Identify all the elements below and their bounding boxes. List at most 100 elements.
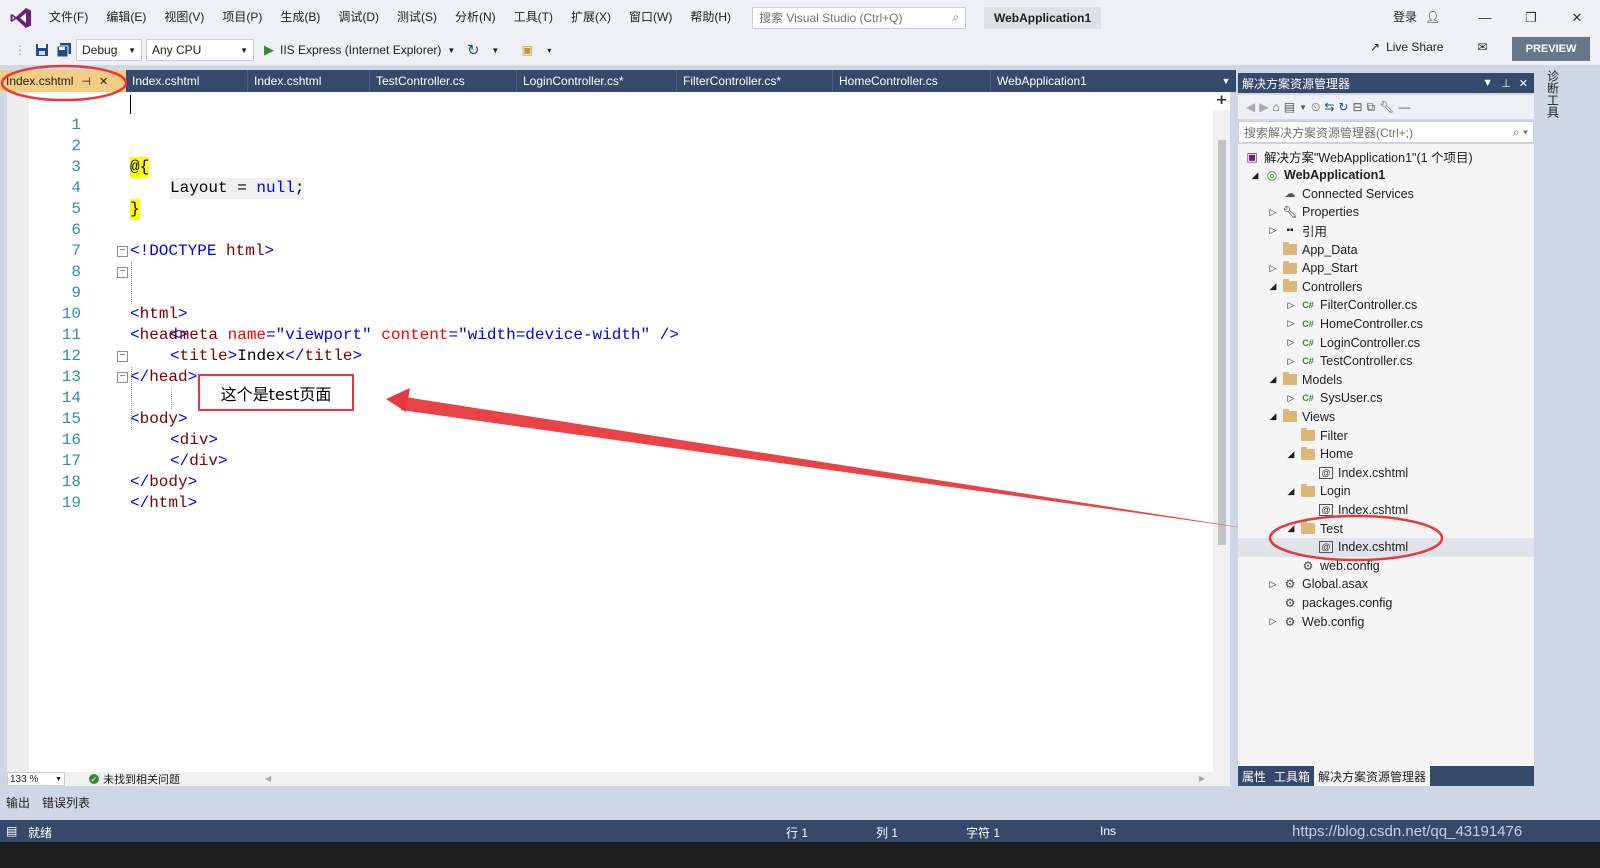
tree-item[interactable]: ◢ Login — [1238, 482, 1534, 501]
window-position-icon[interactable]: ▼ — [1482, 77, 1493, 90]
tree-item[interactable]: ▷ App_Start — [1238, 259, 1534, 278]
tab-properties[interactable]: 属性 — [1238, 766, 1270, 786]
tab-solution-explorer[interactable]: 解决方案资源管理器 — [1314, 766, 1431, 786]
expand-arrow-icon[interactable]: ▷ — [1268, 225, 1278, 236]
collapse-arrow-icon[interactable]: ◢ — [1286, 486, 1296, 497]
tree-item[interactable]: ▷ ⚙ Web.config — [1238, 612, 1534, 631]
configuration-select[interactable]: Debug ▼ — [76, 39, 142, 61]
visual-studio-logo-icon[interactable] — [6, 0, 36, 35]
expand-arrow-icon[interactable]: ▷ — [1268, 616, 1278, 627]
preview-selected-icon[interactable]: — — [1398, 100, 1410, 114]
expand-arrow-icon[interactable]: ▷ — [1268, 263, 1278, 274]
menu-window[interactable]: 窗口(W) — [620, 0, 681, 35]
horizontal-scrollbar[interactable]: ◀ ▶ — [265, 774, 1205, 784]
tree-item[interactable]: ▷ ▪▪ 引用 — [1238, 221, 1534, 240]
login-area[interactable]: 登录 👤︎ — [1393, 8, 1440, 25]
tab-error-list[interactable]: 错误列表 — [42, 794, 90, 811]
menu-view[interactable]: 视图(V) — [155, 0, 213, 35]
collapse-icon[interactable]: − — [117, 351, 128, 362]
collapse-all-icon[interactable]: ⊟ — [1352, 100, 1362, 114]
pin-icon[interactable]: ⊥ — [1501, 77, 1511, 90]
tab-overflow-icon[interactable]: ▼ — [1216, 70, 1236, 92]
forward-icon[interactable]: ▶ — [1259, 100, 1268, 114]
menu-debug[interactable]: 调试(D) — [329, 0, 388, 35]
zoom-select[interactable]: 133 % ▼ — [7, 772, 65, 786]
chevron-down-icon[interactable]: ▼ — [1299, 103, 1307, 112]
save-icon[interactable] — [32, 40, 52, 60]
expand-arrow-icon[interactable]: ▷ — [1286, 300, 1296, 311]
home-icon[interactable]: ⌂ — [1272, 100, 1279, 114]
refresh-icon[interactable]: ↻ — [463, 40, 483, 60]
close-window-icon[interactable]: ✕ — [1554, 0, 1600, 35]
tree-item[interactable]: @ Index.cshtml — [1238, 463, 1534, 482]
expand-arrow-icon[interactable]: ▷ — [1286, 337, 1296, 348]
tree-item[interactable]: ▷ 🔧︎ Properties — [1238, 203, 1534, 222]
collapse-arrow-icon[interactable]: ◢ — [1268, 411, 1278, 422]
tab-testcontroller[interactable]: TestController.cs — [370, 70, 517, 92]
tab-webapplication1[interactable]: WebApplication1 — [991, 70, 1191, 92]
vs-search-input[interactable]: 搜索 Visual Studio (Ctrl+Q) ⌕ — [752, 6, 966, 29]
menu-project[interactable]: 项目(P) — [213, 0, 271, 35]
collapse-arrow-icon[interactable]: ◢ — [1286, 449, 1296, 460]
minimize-icon[interactable]: — — [1462, 0, 1508, 35]
tab-filtercontroller[interactable]: FilterController.cs* — [677, 70, 833, 92]
tree-item[interactable]: ◢ ◎ WebApplication1 — [1238, 166, 1534, 185]
tree-item[interactable]: App_Data — [1238, 240, 1534, 259]
tree-item[interactable]: ◢ Test — [1238, 519, 1534, 538]
menu-edit[interactable]: 编辑(E) — [97, 0, 155, 35]
tree-item[interactable]: ▷ C# FilterController.cs — [1238, 296, 1534, 315]
live-share-button[interactable]: ↗ Live Share ✉ — [1370, 40, 1488, 54]
pin-icon[interactable]: ⊣ — [81, 75, 91, 88]
collapse-arrow-icon[interactable]: ◢ — [1268, 281, 1278, 292]
tree-item[interactable]: ⚙ web.config — [1238, 556, 1534, 575]
browser-link-icon[interactable]: ▣ — [517, 40, 537, 60]
expand-arrow-icon[interactable]: ▷ — [1286, 318, 1296, 329]
tab-index-cshtml[interactable]: Index.cshtml — [248, 70, 370, 92]
tree-item[interactable]: ▷ ⚙ Global.asax — [1238, 575, 1534, 594]
tree-item[interactable]: ◢ Models — [1238, 370, 1534, 389]
expand-arrow-icon[interactable]: ▷ — [1286, 393, 1296, 404]
platform-select[interactable]: Any CPU ▼ — [146, 39, 254, 61]
tree-item[interactable]: ☁ Connected Services — [1238, 184, 1534, 203]
issues-indicator[interactable]: ✓ 未找到相关问题 — [89, 771, 180, 787]
chevron-down-icon[interactable]: ▼ — [485, 40, 505, 60]
collapse-icon[interactable]: − — [117, 372, 128, 383]
tab-logincontroller[interactable]: LoginController.cs* — [517, 70, 677, 92]
tree-item[interactable]: ⚙ packages.config — [1238, 593, 1534, 612]
menu-help[interactable]: 帮助(H) — [681, 0, 740, 35]
tab-output[interactable]: 输出 — [6, 794, 30, 811]
restore-icon[interactable]: ❐ — [1508, 0, 1554, 35]
tab-index-cshtml[interactable]: Index.cshtml — [126, 70, 248, 92]
save-all-icon[interactable] — [54, 40, 74, 60]
collapse-icon[interactable]: − — [117, 246, 128, 257]
expand-arrow-icon[interactable]: ▷ — [1268, 207, 1278, 218]
close-icon[interactable]: ✕ — [1519, 77, 1528, 90]
menu-extensions[interactable]: 扩展(X) — [562, 0, 620, 35]
tree-item[interactable]: ▣ 解决方案"WebApplication1"(1 个项目) — [1238, 147, 1534, 166]
close-icon[interactable]: ✕ — [99, 75, 108, 88]
user-icon[interactable]: 👤︎ — [1425, 10, 1440, 24]
tree-item[interactable]: ◢ Controllers — [1238, 277, 1534, 296]
menu-analyze[interactable]: 分析(N) — [446, 0, 505, 35]
feedback-icon[interactable]: ✉ — [1477, 40, 1487, 54]
code-editor[interactable]: 1 2 @{ 3 Layout = null; 4 } 5 6 <!DOCTYP… — [7, 92, 1230, 772]
collapse-arrow-icon[interactable]: ◢ — [1250, 170, 1260, 181]
preview-badge[interactable]: PREVIEW — [1512, 37, 1590, 61]
tab-toolbox[interactable]: 工具箱 — [1270, 766, 1314, 786]
start-debugging-button[interactable]: ▶ IIS Express (Internet Explorer) ▼ — [264, 42, 455, 58]
tree-item[interactable]: ▷ C# HomeController.cs — [1238, 314, 1534, 333]
vertical-scrollbar[interactable] — [1213, 110, 1230, 772]
collapse-icon[interactable]: − — [117, 267, 128, 278]
pending-changes-icon[interactable]: ⏲ — [1311, 100, 1320, 115]
scrollbar-thumb[interactable] — [1218, 140, 1226, 545]
menu-file[interactable]: 文件(F) — [40, 0, 97, 35]
chevron-down-icon[interactable]: ▼ — [447, 46, 455, 55]
menu-test[interactable]: 测试(S) — [388, 0, 446, 35]
collapse-arrow-icon[interactable]: ◢ — [1268, 374, 1278, 385]
properties-icon[interactable]: 🔧︎ — [1379, 100, 1394, 114]
refresh-icon[interactable]: ↻ — [1338, 100, 1348, 114]
split-editor-icon[interactable]: ➕︎ — [1213, 92, 1230, 110]
sync-icon[interactable]: ⇆ — [1324, 100, 1334, 114]
tree-item[interactable]: @ Index.cshtml — [1238, 537, 1534, 557]
tree-item[interactable]: @ Index.cshtml — [1238, 500, 1534, 519]
